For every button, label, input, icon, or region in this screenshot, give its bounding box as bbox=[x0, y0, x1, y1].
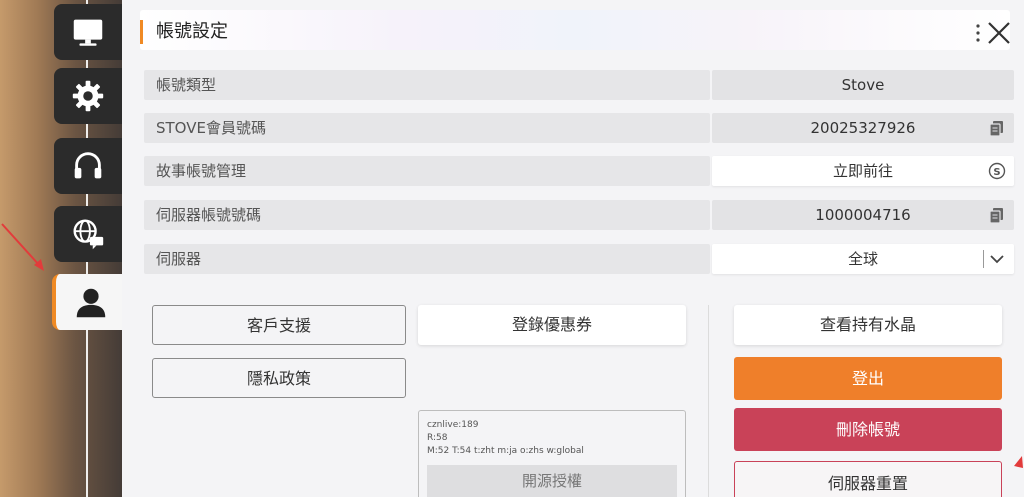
server-reset-button[interactable]: 伺服器重置 bbox=[734, 461, 1002, 497]
row-value-member-number: 20025327926 bbox=[712, 113, 1014, 143]
column-divider bbox=[708, 305, 709, 497]
globe-chat-icon bbox=[73, 219, 104, 250]
row-label-server-account: 伺服器帳號號碼 bbox=[144, 200, 710, 230]
monitor-icon bbox=[73, 19, 103, 46]
copy-icon[interactable] bbox=[988, 206, 1006, 224]
view-crystals-button[interactable]: 查看持有水晶 bbox=[734, 305, 1002, 345]
row-value-account-type: Stove bbox=[712, 70, 1014, 100]
row-label-account-type: 帳號類型 bbox=[144, 70, 710, 100]
more-vertical-icon[interactable] bbox=[974, 22, 982, 44]
go-now-label: 立即前往 bbox=[832, 162, 893, 180]
annotation-arrow-left bbox=[1, 223, 44, 271]
row-value-server-account: 1000004716 bbox=[712, 200, 1014, 230]
member-number-value: 20025327926 bbox=[810, 119, 916, 137]
close-icon[interactable] bbox=[986, 20, 1012, 46]
open-source-license-button[interactable]: 開源授權 bbox=[427, 465, 677, 497]
delete-account-button[interactable]: 刪除帳號 bbox=[734, 408, 1002, 451]
svg-text:S: S bbox=[993, 167, 1000, 178]
info-line-2: R:58 bbox=[427, 433, 448, 443]
go-now-button[interactable]: 立即前往 S bbox=[712, 156, 1014, 186]
server-account-value: 1000004716 bbox=[815, 206, 911, 224]
redeem-coupon-button[interactable]: 登錄優惠券 bbox=[418, 305, 686, 345]
copy-icon[interactable] bbox=[988, 119, 1006, 137]
header-bar bbox=[140, 10, 1010, 50]
annotation-arrow-right bbox=[1014, 456, 1023, 468]
info-line-3: M:52 T:54 t:zht m:ja o:zhs w:global bbox=[427, 446, 584, 456]
privacy-policy-button[interactable]: 隱私政策 bbox=[152, 358, 406, 398]
server-select-value: 全球 bbox=[847, 250, 878, 268]
page-title: 帳號設定 bbox=[156, 21, 228, 42]
header-accent bbox=[140, 20, 143, 44]
stove-s-icon: S bbox=[988, 162, 1006, 180]
user-icon bbox=[76, 288, 106, 318]
customer-support-button[interactable]: 客戶支援 bbox=[152, 305, 406, 345]
row-label-server: 伺服器 bbox=[144, 244, 710, 274]
logout-button[interactable]: 登出 bbox=[734, 357, 1002, 400]
version-info-box: cznlive:189 R:58 M:52 T:54 t:zht m:ja o:… bbox=[418, 410, 686, 497]
gear-icon bbox=[72, 80, 104, 112]
row-label-member-number: STOVE會員號碼 bbox=[144, 113, 710, 143]
select-divider bbox=[983, 250, 984, 268]
account-type-value: Stove bbox=[841, 76, 885, 94]
server-select[interactable]: 全球 bbox=[712, 244, 1014, 274]
account-settings-panel: 帳號設定 帳號類型 Stove STOVE會員號碼 20025327926 故事… bbox=[122, 0, 1024, 497]
tab-display[interactable] bbox=[54, 4, 122, 60]
tab-language[interactable] bbox=[54, 206, 122, 262]
chevron-down-icon bbox=[990, 255, 1004, 264]
headset-icon bbox=[74, 152, 102, 179]
tab-account[interactable] bbox=[52, 274, 126, 330]
tab-settings[interactable] bbox=[54, 68, 122, 124]
tab-audio[interactable] bbox=[54, 138, 122, 194]
row-label-story-account: 故事帳號管理 bbox=[144, 156, 710, 186]
info-line-1: cznlive:189 bbox=[427, 420, 479, 430]
